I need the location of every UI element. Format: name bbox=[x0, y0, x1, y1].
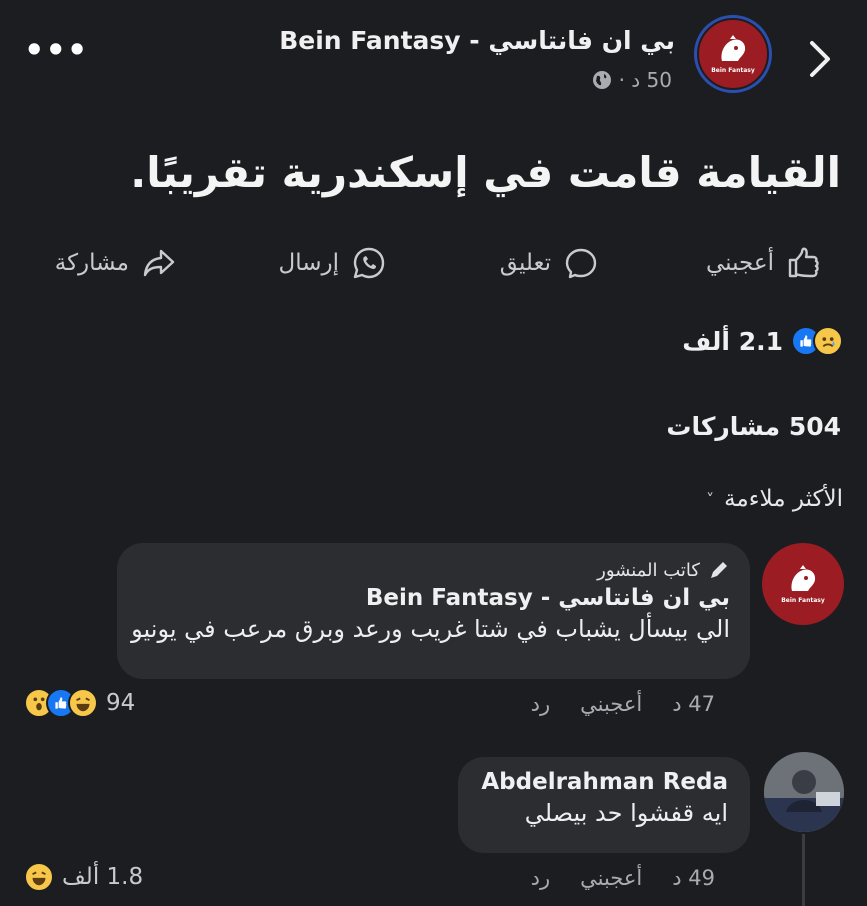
comment-reaction-icons bbox=[24, 688, 98, 718]
comment-button[interactable]: تعليق bbox=[500, 245, 599, 281]
commenter-name[interactable]: Abdelrahman Reda bbox=[478, 769, 728, 795]
comment-text: الي بيسأل يشباب في شتا غريب ورعد وبرق مر… bbox=[131, 615, 730, 643]
lion-logo-icon bbox=[721, 34, 746, 61]
whatsapp-icon bbox=[353, 247, 385, 279]
avatar-label: Bein Fantasy bbox=[781, 596, 825, 604]
comment-avatar[interactable] bbox=[764, 752, 844, 832]
lion-logo-icon bbox=[791, 564, 816, 591]
comment-meta: 47 د أعجبني رد bbox=[531, 692, 715, 716]
post-text: القيامة قامت في إسكندرية تقريبًا. bbox=[130, 148, 841, 197]
comment-meta: 49 د أعجبني رد bbox=[531, 866, 715, 890]
like-button[interactable]: أعجبني bbox=[706, 245, 822, 281]
comment-like-button[interactable]: أعجبني bbox=[580, 866, 642, 890]
comment-reaction-count: 1.8 ألف bbox=[62, 864, 144, 890]
sad-reaction-icon bbox=[813, 326, 843, 356]
comment-like-button[interactable]: أعجبني bbox=[580, 692, 642, 716]
comment-reaction-count: 94 bbox=[106, 690, 136, 716]
user-photo-icon bbox=[764, 752, 844, 832]
comment-sort-dropdown[interactable]: الأكثر ملاءمة ˅ bbox=[706, 486, 843, 512]
avatar-label: Bein Fantasy bbox=[711, 66, 755, 74]
comment-bubble[interactable]: كاتب المنشور بي ان فانتاسي - Bein Fantas… bbox=[117, 543, 750, 679]
post-meta: 50 د · bbox=[591, 68, 672, 92]
page-name[interactable]: بي ان فانتاسي - Bein Fantasy bbox=[279, 26, 675, 55]
chevron-right-icon bbox=[810, 41, 830, 77]
comment-reply-button[interactable]: رد bbox=[531, 866, 551, 890]
shares-count[interactable]: 504 مشاركات bbox=[666, 412, 841, 441]
thumbs-up-icon bbox=[788, 247, 819, 278]
share-button[interactable]: مشاركة bbox=[55, 245, 177, 281]
page-avatar[interactable]: Bein Fantasy bbox=[694, 15, 772, 93]
comment-label: تعليق bbox=[499, 250, 551, 276]
sort-label: الأكثر ملاءمة bbox=[724, 486, 843, 512]
comment-text: ايه قفشوا حد بيصلي bbox=[524, 799, 728, 827]
comment-avatar[interactable]: Bein Fantasy bbox=[762, 543, 844, 625]
comment-time: 47 د bbox=[672, 692, 715, 716]
like-label: أعجبني bbox=[705, 250, 774, 276]
comment-reactions[interactable]: 94 bbox=[24, 688, 135, 718]
more-options-button[interactable]: ••• bbox=[24, 34, 88, 66]
reactions-summary[interactable]: 2.1 ألف bbox=[682, 326, 843, 356]
haha-reaction-icon bbox=[68, 688, 98, 718]
comment-time: 49 د bbox=[672, 866, 715, 890]
back-button[interactable] bbox=[800, 35, 840, 83]
send-button[interactable]: إرسال bbox=[279, 245, 388, 281]
post-time: 50 د · bbox=[618, 68, 672, 92]
chevron-down-icon: ˅ bbox=[706, 489, 715, 509]
haha-reaction-icon bbox=[24, 862, 54, 892]
commenter-name[interactable]: بي ان فانتاسي - Bein Fantasy bbox=[137, 585, 730, 611]
globe-icon bbox=[592, 71, 611, 89]
thread-line bbox=[802, 834, 805, 906]
comment-bubble-icon bbox=[565, 248, 597, 279]
comment-reactions[interactable]: 1.8 ألف bbox=[24, 862, 143, 892]
comment-bubble[interactable]: Abdelrahman Reda ايه قفشوا حد بيصلي bbox=[458, 757, 750, 853]
send-label: إرسال bbox=[278, 250, 340, 276]
author-badge-label: كاتب المنشور bbox=[597, 559, 700, 581]
reaction-icons bbox=[791, 326, 843, 356]
pencil-icon bbox=[711, 562, 727, 578]
share-arrow-icon bbox=[143, 249, 175, 277]
share-label: مشاركة bbox=[54, 250, 129, 276]
comment-reply-button[interactable]: رد bbox=[531, 692, 551, 716]
reactions-count: 2.1 ألف bbox=[682, 326, 783, 356]
author-badge: كاتب المنشور bbox=[137, 559, 730, 581]
